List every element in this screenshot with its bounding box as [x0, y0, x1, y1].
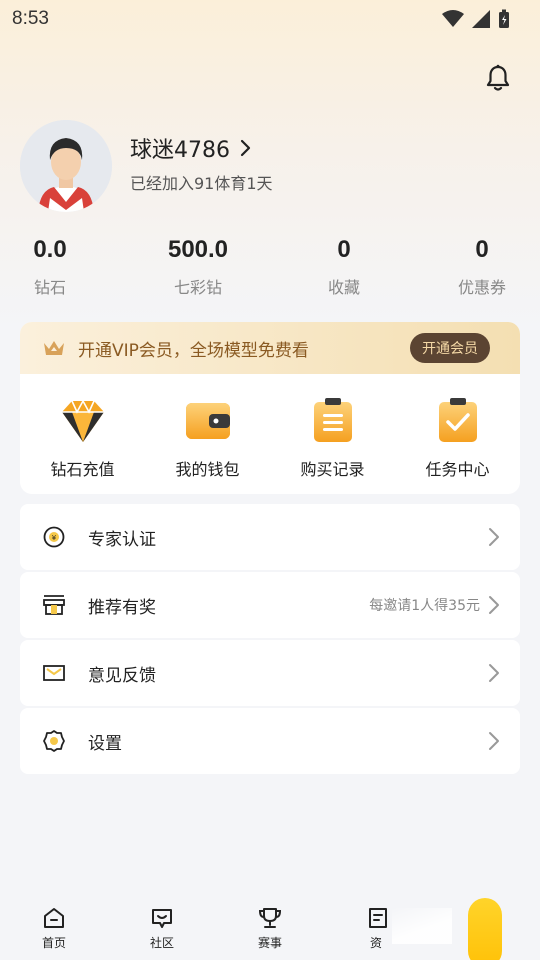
- stat-coupons[interactable]: 0 优惠券: [422, 236, 540, 298]
- status-time: 8:53: [12, 8, 49, 29]
- tab-home[interactable]: 首页: [0, 892, 108, 960]
- settings-icon: [42, 729, 66, 753]
- gift-icon: [42, 593, 66, 617]
- menu-right: [488, 731, 500, 751]
- menu-expert-certification[interactable]: ¥ 专家认证: [20, 504, 520, 570]
- stat-label: 优惠券: [457, 278, 506, 297]
- stat-color-diamonds[interactable]: 500.0 七彩钻: [138, 236, 258, 298]
- status-bar: 8:53: [0, 0, 540, 38]
- referral-hint: 每邀请1人得35元: [369, 598, 480, 614]
- svg-text:¥: ¥: [52, 534, 57, 542]
- stat-value: 0.0: [33, 236, 67, 263]
- chevron-right-icon: [489, 732, 499, 750]
- stat-value: 0: [475, 236, 489, 263]
- bottom-tab-bar: 首页 社区 赛事 资: [0, 892, 540, 960]
- battery-icon: [499, 9, 509, 28]
- notification-button[interactable]: [482, 62, 514, 94]
- vip-text: 开通VIP会员，全场模型免费看: [78, 340, 309, 361]
- stat-diamonds[interactable]: 0.0 钻石: [0, 236, 110, 298]
- stat-value: 0: [337, 236, 351, 263]
- tab-community[interactable]: 社区: [108, 892, 216, 960]
- stat-favorites[interactable]: 0 收藏: [284, 236, 404, 298]
- trophy-icon: [258, 908, 282, 928]
- menu-right: 每邀请1人得35元: [369, 595, 500, 615]
- clipboard-icon: [308, 398, 358, 444]
- stats-row: 0.0 钻石 500.0 七彩钻 0 收藏 0 优惠券: [0, 236, 540, 306]
- tab-label: 首页: [41, 936, 66, 950]
- home-icon: [44, 908, 64, 928]
- username: 球迷4786: [130, 138, 230, 163]
- stat-value: 500.0: [167, 236, 229, 263]
- task-check-icon: [433, 398, 483, 444]
- tab-overlay-shadow: [392, 908, 452, 944]
- menu-label: 设置: [88, 733, 122, 754]
- menu-label: 推荐有奖: [88, 597, 156, 618]
- vip-quick-card: 开通VIP会员，全场模型免费看 开通会员 钻石充值 我的钱包 购买记录 任务中心: [20, 322, 520, 494]
- quick-task-center[interactable]: 任务中心: [395, 374, 520, 494]
- avatar[interactable]: [20, 120, 112, 212]
- username-row[interactable]: 球迷4786: [130, 132, 252, 164]
- menu-settings[interactable]: 设置: [20, 708, 520, 774]
- join-info: 已经加入91体育1天: [130, 174, 273, 193]
- stat-label: 钻石: [33, 278, 66, 297]
- quick-purchase-history[interactable]: 购买记录: [270, 374, 395, 494]
- tab-matches[interactable]: 赛事: [216, 892, 324, 960]
- chevron-right-icon: [489, 528, 499, 546]
- diamond-icon: [58, 398, 108, 444]
- quick-diamond-recharge[interactable]: 钻石充值: [20, 374, 145, 494]
- mail-icon: [42, 661, 66, 685]
- menu-right: [488, 527, 500, 547]
- open-vip-button[interactable]: 开通会员: [410, 333, 490, 363]
- tab-label: 社区: [149, 936, 174, 950]
- quick-label: 钻石充值: [50, 460, 115, 479]
- wallet-icon: [183, 398, 233, 444]
- chat-icon: [152, 909, 172, 928]
- tab-label: 赛事: [257, 936, 282, 950]
- quick-my-wallet[interactable]: 我的钱包: [145, 374, 270, 494]
- stat-label: 收藏: [327, 278, 360, 297]
- status-icons: [442, 9, 510, 29]
- menu-feedback[interactable]: 意见反馈: [20, 640, 520, 706]
- stat-label: 七彩钻: [173, 278, 222, 297]
- quick-label: 购买记录: [300, 460, 365, 479]
- chevron-right-icon: [240, 139, 251, 157]
- floating-action-button[interactable]: [468, 898, 502, 960]
- crown-icon: [44, 341, 64, 355]
- quick-label: 我的钱包: [175, 460, 240, 479]
- chevron-right-icon: [489, 664, 499, 682]
- quick-label: 任务中心: [425, 460, 490, 479]
- menu-right: [488, 663, 500, 683]
- menu-label: 意见反馈: [88, 665, 156, 686]
- chevron-right-icon: [489, 596, 499, 614]
- coin-icon: ¥: [42, 525, 66, 549]
- menu-referral-reward[interactable]: 推荐有奖 每邀请1人得35元: [20, 572, 520, 638]
- news-icon: [369, 908, 387, 928]
- bell-icon: [486, 64, 510, 91]
- user-avatar-icon: [20, 120, 112, 212]
- menu-label: 专家认证: [88, 529, 156, 550]
- vip-banner[interactable]: 开通VIP会员，全场模型免费看 开通会员: [20, 322, 520, 374]
- quick-actions: 钻石充值 我的钱包 购买记录 任务中心: [20, 374, 520, 494]
- wifi-icon: [442, 10, 464, 27]
- signal-icon: [472, 10, 490, 28]
